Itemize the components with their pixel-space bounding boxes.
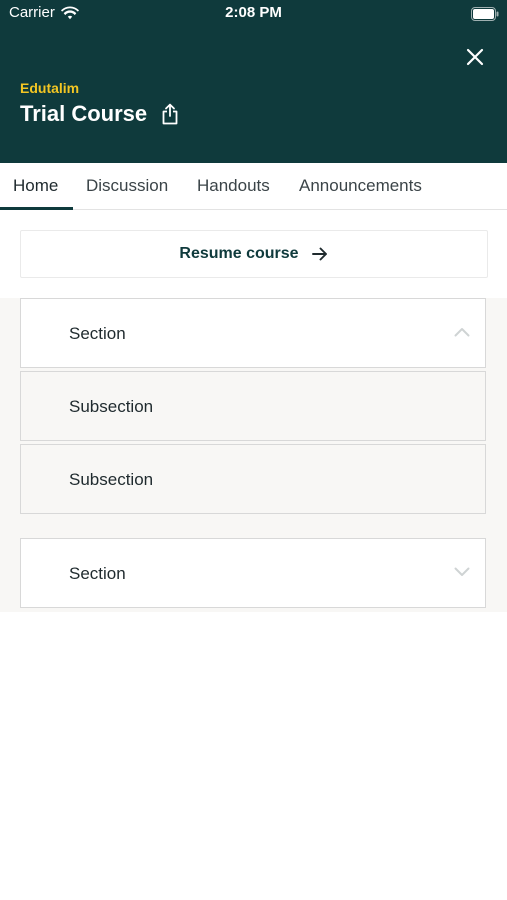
title-row: Trial Course [20,101,179,127]
organization-name: Edutalim [20,80,80,96]
section-row[interactable]: Section [20,538,486,608]
section-row[interactable]: Section [20,298,486,368]
arrow-right-icon [311,247,327,261]
status-time: 2:08 PM [225,4,282,21]
section-title: Section [69,564,126,583]
tab-announcements[interactable]: Announcements [299,176,422,196]
status-bar: Carrier 2:08 PM [0,0,507,30]
subsection-title: Subsection [69,470,154,489]
subsection-row[interactable]: Subsection [20,371,486,441]
close-icon[interactable] [465,47,485,67]
subsection-row[interactable]: Subsection [20,444,486,514]
share-icon[interactable] [161,103,179,125]
section-title: Section [69,324,126,343]
chevron-up-icon[interactable] [454,327,470,337]
resume-course-button[interactable]: Resume course [20,230,488,278]
tab-home[interactable]: Home [13,176,58,196]
tab-discussion[interactable]: Discussion [86,176,168,196]
course-title: Trial Course [20,101,148,126]
course-header: Carrier 2:08 PM Edutalim Trial Course [0,0,507,163]
subsection-title: Subsection [69,397,154,416]
course-tabs: Home Discussion Handouts Announcements [0,163,507,210]
chevron-down-icon[interactable] [454,567,470,577]
battery-icon [471,7,499,21]
resume-course-label: Resume course [179,245,299,262]
active-tab-indicator [0,207,73,210]
tab-handouts[interactable]: Handouts [197,176,270,196]
